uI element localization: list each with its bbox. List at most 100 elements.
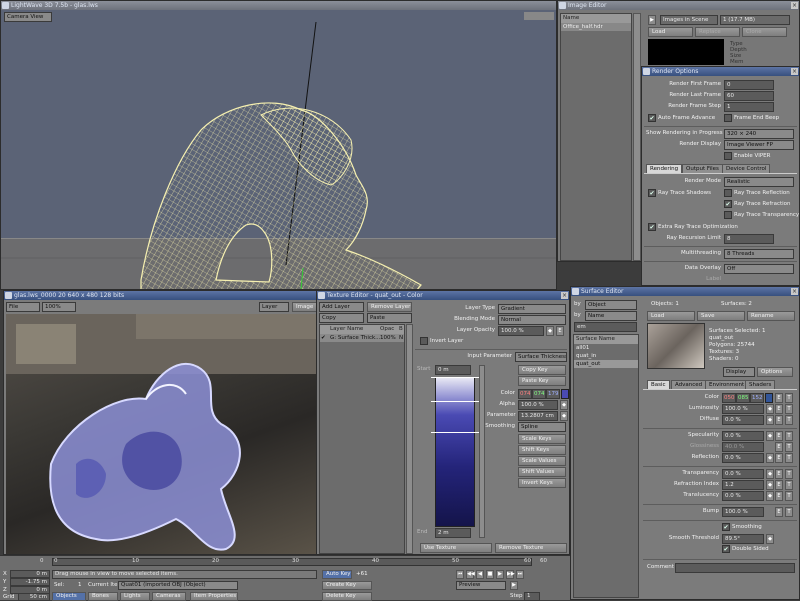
luminosity-e-icon[interactable]: E bbox=[775, 404, 783, 414]
color-g-field[interactable]: 085 bbox=[736, 393, 750, 403]
luminosity-t-icon[interactable]: T bbox=[785, 404, 793, 414]
envelope-icon[interactable]: ◆ bbox=[546, 326, 554, 336]
shift-keys-button[interactable]: Shift Keys bbox=[518, 445, 566, 455]
use-texture-button[interactable]: Use Texture bbox=[420, 543, 492, 553]
translucency-t-icon[interactable]: T bbox=[785, 491, 793, 501]
color-g-field[interactable]: 074 bbox=[532, 389, 546, 399]
first-frame-field[interactable]: 0 bbox=[724, 80, 774, 90]
layer-type-select[interactable]: Gradient bbox=[498, 304, 566, 314]
gradient-scrollbar[interactable] bbox=[479, 365, 485, 538]
show-progress-select[interactable]: 320 × 240 bbox=[724, 129, 794, 139]
frame-step-field[interactable]: 1 bbox=[724, 102, 774, 112]
color-swatch[interactable] bbox=[765, 393, 773, 403]
color-swatch[interactable] bbox=[561, 389, 569, 399]
transparency-e-icon[interactable]: E bbox=[775, 469, 783, 479]
play-icon[interactable]: ▶ bbox=[496, 570, 504, 579]
preview-select[interactable]: Preview bbox=[456, 581, 506, 590]
tab-device-control[interactable]: Device Control bbox=[722, 164, 771, 173]
copy-key-button[interactable]: Copy Key bbox=[518, 365, 566, 375]
rt-transparency-checkbox[interactable] bbox=[724, 211, 732, 219]
opacity-field[interactable]: 100.0 % bbox=[498, 326, 544, 336]
translucency-envelope-icon[interactable]: ◆ bbox=[766, 491, 774, 501]
bump-e-icon[interactable]: E bbox=[775, 507, 783, 517]
image-list-item[interactable]: Office_half.hdr bbox=[561, 23, 631, 31]
surface-rename-button[interactable]: Rename bbox=[747, 311, 795, 321]
auto-key-button[interactable]: Auto Key bbox=[322, 570, 352, 579]
edit-by-select[interactable]: Object bbox=[585, 300, 637, 310]
specularity-t-icon[interactable]: T bbox=[785, 431, 793, 441]
double-sided-checkbox[interactable]: ✔ bbox=[722, 545, 730, 553]
stop-icon[interactable]: ■ bbox=[486, 570, 494, 579]
tab-shaders[interactable]: Shaders bbox=[745, 380, 776, 389]
remove-texture-button[interactable]: Remove Texture bbox=[495, 543, 567, 553]
smooth-threshold-envelope-icon[interactable]: ◆ bbox=[766, 534, 774, 544]
tab-environment[interactable]: Environment bbox=[705, 380, 749, 389]
recursion-field[interactable]: 8 bbox=[724, 234, 774, 244]
specularity-field[interactable]: 0.0 % bbox=[722, 431, 764, 441]
reflection-envelope-icon[interactable]: ◆ bbox=[766, 453, 774, 463]
play-icon[interactable]: ▶ bbox=[648, 15, 656, 25]
gradient-key[interactable] bbox=[431, 401, 479, 402]
specularity-envelope-icon[interactable]: ◆ bbox=[766, 431, 774, 441]
tab-basic[interactable]: Basic bbox=[647, 380, 670, 389]
reflection-field[interactable]: 0.0 % bbox=[722, 453, 764, 463]
check-icon[interactable]: ✔ bbox=[321, 334, 326, 342]
filter-input[interactable]: em bbox=[574, 322, 637, 332]
luminosity-field[interactable]: 100.0 % bbox=[722, 404, 764, 414]
surface-load-button[interactable]: Load bbox=[647, 311, 695, 321]
bump-t-icon[interactable]: T bbox=[785, 507, 793, 517]
refraction-envelope-icon[interactable]: ◆ bbox=[766, 480, 774, 490]
file-menu[interactable]: File bbox=[6, 302, 40, 312]
image-load-button[interactable]: Load bbox=[648, 27, 693, 37]
play-back-icon[interactable]: ◀ bbox=[476, 570, 484, 579]
glossiness-e-icon[interactable]: E bbox=[775, 442, 783, 452]
image-list[interactable]: Name Office_half.hdr bbox=[560, 13, 632, 261]
specularity-e-icon[interactable]: E bbox=[775, 431, 783, 441]
color-r-field[interactable]: 074 bbox=[518, 389, 532, 399]
start-field[interactable]: 0 m bbox=[435, 365, 471, 375]
last-frame-icon[interactable]: ⏭ bbox=[516, 570, 524, 579]
parameter-field[interactable]: 13.2807 cm bbox=[518, 411, 558, 421]
color-r-field[interactable]: 050 bbox=[722, 393, 736, 403]
next-key-icon[interactable]: ▶▶ bbox=[506, 570, 515, 579]
surface-list-item[interactable]: quat_out bbox=[574, 360, 638, 368]
smooth-threshold-field[interactable]: 89.5° bbox=[722, 534, 764, 544]
invert-keys-button[interactable]: Invert Keys bbox=[518, 478, 566, 488]
texture-icon[interactable]: E bbox=[556, 326, 564, 336]
remove-layer-button[interactable]: Remove Layer bbox=[367, 302, 412, 312]
layer-row[interactable]: ✔ G: Surface Thick... 100% N bbox=[320, 334, 404, 342]
data-overlay-select[interactable]: Off bbox=[724, 264, 794, 274]
parameter-envelope-icon[interactable]: ◆ bbox=[560, 411, 568, 421]
paste-select[interactable]: Paste bbox=[367, 313, 412, 323]
image-clone-button[interactable]: Clone bbox=[742, 27, 787, 37]
rt-shadows-checkbox[interactable]: ✔ bbox=[648, 189, 656, 197]
playback-controls[interactable]: ⏮ ◀◀ ◀ ■ ▶ ▶▶ ⏭ bbox=[456, 570, 566, 579]
last-frame-field[interactable]: 60 bbox=[724, 91, 774, 101]
scale-values-button[interactable]: Scale Values bbox=[518, 456, 566, 466]
rt-reflection-checkbox[interactable] bbox=[724, 189, 732, 197]
tab-output-files[interactable]: Output Files bbox=[682, 164, 723, 173]
end-field[interactable]: 2 m bbox=[435, 528, 471, 538]
extra-rt-checkbox[interactable]: ✔ bbox=[648, 223, 656, 231]
shift-values-button[interactable]: Shift Values bbox=[518, 467, 566, 477]
surface-save-button[interactable]: Save bbox=[697, 311, 745, 321]
close-icon[interactable]: × bbox=[791, 288, 798, 295]
prev-key-icon[interactable]: ◀◀ bbox=[466, 570, 475, 579]
tab-advanced[interactable]: Advanced bbox=[671, 380, 707, 389]
input-param-select[interactable]: Surface Thickness bbox=[515, 352, 567, 362]
image-button[interactable]: Image bbox=[292, 302, 317, 312]
invert-layer-checkbox[interactable] bbox=[420, 337, 428, 345]
alpha-envelope-icon[interactable]: ◆ bbox=[560, 400, 568, 410]
tab-rendering[interactable]: Rendering bbox=[646, 164, 683, 173]
transparency-envelope-icon[interactable]: ◆ bbox=[766, 469, 774, 479]
x-field[interactable]: 0 m bbox=[10, 570, 50, 578]
first-frame-icon[interactable]: ⏮ bbox=[456, 570, 464, 579]
filter-by-select[interactable]: Name bbox=[585, 311, 637, 321]
surface-list-item[interactable]: all01 bbox=[574, 344, 638, 352]
viewport[interactable]: Camera View bbox=[1, 10, 556, 289]
layer-list-scrollbar[interactable] bbox=[406, 324, 413, 554]
frame-end-beep-checkbox[interactable] bbox=[724, 114, 732, 122]
close-icon[interactable]: × bbox=[561, 292, 568, 299]
gradient-bar[interactable] bbox=[435, 377, 475, 527]
blending-select[interactable]: Normal bbox=[498, 315, 566, 325]
